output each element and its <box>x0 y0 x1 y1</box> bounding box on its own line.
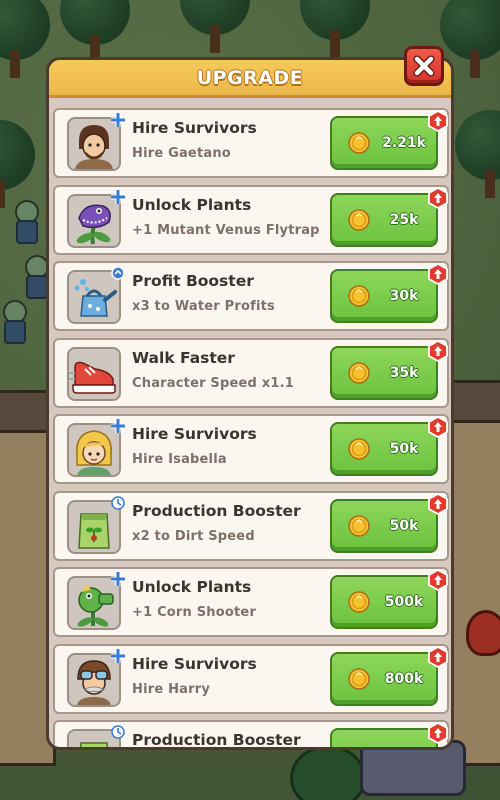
buy-upgrade-button[interactable]: 35k <box>330 339 448 400</box>
coin-icon <box>348 514 370 537</box>
upgrade-title: Profit Booster <box>132 272 254 290</box>
buy-upgrade-button[interactable]: 30k <box>330 262 448 323</box>
upgrade-title: Production Booster <box>132 731 301 748</box>
upgrade-title: Production Booster <box>132 501 301 520</box>
buy-upgrade-button[interactable]: 25k <box>330 186 448 247</box>
plus-badge-icon <box>109 188 127 205</box>
upgrade-row: Production Booster <box>53 720 449 748</box>
upgrade-arrow-icon <box>427 492 449 515</box>
upgrade-arrow-icon <box>427 568 449 592</box>
coin-icon <box>348 132 370 154</box>
upgrade-description: Hire Harry <box>132 681 211 697</box>
upgrade-description: +1 Corn Shooter <box>132 605 257 620</box>
upgrade-row: Unlock Plants +1 Mutant Venus Flytrap 25k <box>53 184 449 255</box>
upgrade-price: 500k <box>384 594 424 610</box>
upgrade-row: Hire Survivors Hire Gaetano 2.21k <box>53 108 449 178</box>
upgrade-price: 25k <box>389 211 419 228</box>
buy-upgrade-button[interactable]: 50k <box>330 492 448 553</box>
upgrade-description: x2 to Dirt Speed <box>132 528 255 544</box>
upgrade-arrow-icon <box>427 645 449 668</box>
upgrade-title: Walk Faster <box>132 348 235 367</box>
sneaker-icon <box>67 346 121 401</box>
upgrade-row: Walk Faster Character Speed x1.1 35k <box>53 337 449 408</box>
panel-header: UPGRADE <box>49 60 451 98</box>
upgrade-description: +1 Mutant Venus Flytrap <box>132 222 320 238</box>
upgrade-row: Unlock Plants +1 Corn Shooter 500k <box>53 567 449 637</box>
upgrade-arrow-icon <box>427 262 449 286</box>
upgrade-row: Hire Survivors Hire Harry 800k <box>53 643 449 714</box>
upgrade-description: Hire Isabella <box>132 452 227 467</box>
buy-upgrade-button[interactable]: 2.21k <box>330 109 448 170</box>
buy-upgrade-button[interactable]: 500k <box>330 568 448 629</box>
upgrade-price: 2.21k <box>382 135 426 151</box>
upgrade-title: Hire Survivors <box>132 119 257 137</box>
coin-icon <box>348 591 370 613</box>
upgrade-row: Profit Booster x3 to Water Profits 30k <box>53 261 449 331</box>
upgrade-title: Unlock Plants <box>132 578 252 596</box>
upgrade-description: Character Speed x1.1 <box>132 375 294 391</box>
coin-icon <box>348 361 370 384</box>
coin-icon <box>348 285 370 307</box>
upgrade-title: Hire Survivors <box>132 654 257 673</box>
coin-icon <box>348 667 370 690</box>
upgrade-arrow-icon <box>427 109 449 133</box>
plus-badge-icon <box>109 647 127 664</box>
upgrade-description: x3 to Water Profits <box>132 299 275 314</box>
buy-upgrade-button[interactable] <box>330 721 448 747</box>
speed-badge-icon <box>111 724 125 739</box>
upgrade-price: 35k <box>389 364 419 381</box>
upgrade-arrow-icon <box>427 721 449 745</box>
upgrade-price: 800k <box>384 670 424 687</box>
upgrade-row: Production Booster x2 to Dirt Speed 50k <box>53 490 449 561</box>
upgrade-title: Unlock Plants <box>132 195 252 214</box>
upgrade-list[interactable]: Hire Survivors Hire Gaetano 2.21k Unlock Pl… <box>53 108 449 748</box>
upgrade-description: Hire Gaetano <box>132 146 231 161</box>
upgrade-price: 50k <box>389 517 419 534</box>
speed-badge-icon <box>111 495 125 510</box>
plus-badge-icon <box>109 570 127 588</box>
upgrade-title: Hire Survivors <box>132 425 257 443</box>
profit-badge-icon <box>111 265 125 280</box>
upgrade-row: Hire Survivors Hire Isabella 50k <box>53 414 449 484</box>
coin-icon <box>348 208 370 231</box>
upgrade-arrow-icon <box>427 415 449 439</box>
upgrade-arrow-icon <box>427 339 449 362</box>
upgrade-price: 30k <box>389 288 419 304</box>
close-button[interactable] <box>404 46 444 86</box>
panel-title: UPGRADE <box>196 67 304 89</box>
plus-badge-icon <box>109 417 127 435</box>
upgrade-panel: UPGRADE Hire Survivors Hire Gaetano 2.21k U… <box>46 57 454 750</box>
plus-badge-icon <box>109 111 127 129</box>
coin-icon <box>348 438 370 460</box>
buy-upgrade-button[interactable]: 800k <box>330 645 448 706</box>
upgrade-price: 50k <box>389 441 419 457</box>
upgrade-arrow-icon <box>427 186 449 209</box>
close-icon <box>413 55 435 77</box>
buy-upgrade-button[interactable]: 50k <box>330 415 448 476</box>
